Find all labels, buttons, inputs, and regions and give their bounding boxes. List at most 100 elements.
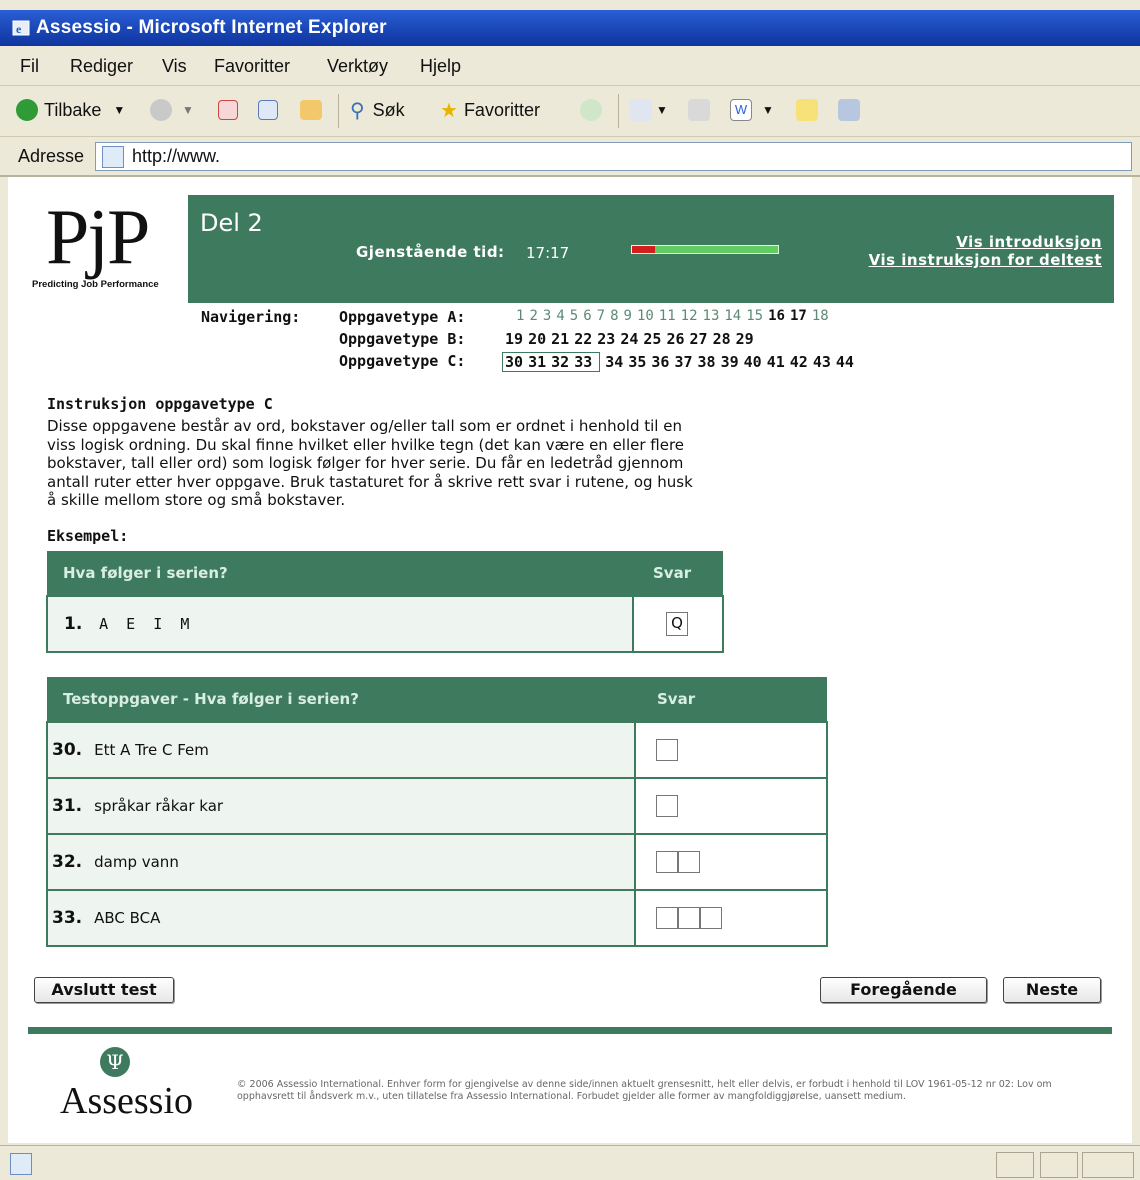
- test-question-header: Testoppgaver - Hva følger i serien?: [47, 677, 635, 722]
- chevron-down-icon: ▼: [113, 103, 126, 117]
- people-icon: [838, 99, 860, 121]
- nav-question-15[interactable]: 15: [746, 308, 763, 324]
- answer-32-box-2[interactable]: [678, 851, 700, 873]
- nav-question-23[interactable]: 23: [597, 330, 615, 348]
- nav-question-5[interactable]: 5: [570, 308, 578, 324]
- address-url[interactable]: http://www.: [132, 146, 220, 167]
- search-button[interactable]: ⚲ Søk: [350, 96, 405, 124]
- nav-question-41[interactable]: 41: [767, 353, 785, 371]
- answer-30-box-1[interactable]: [656, 739, 678, 761]
- back-button[interactable]: Tilbake ▼: [16, 96, 125, 124]
- browser-window: e Assessio - Microsoft Internet Explorer…: [0, 0, 1140, 1180]
- section-title: Del 2: [200, 209, 263, 237]
- favorites-button[interactable]: ★ Favoritter: [440, 96, 540, 124]
- nav-question-16[interactable]: 16: [768, 308, 785, 324]
- answer-33-box-1[interactable]: [656, 907, 678, 929]
- question-30-text: Ett A Tre C Fem: [94, 741, 209, 759]
- nav-question-22[interactable]: 22: [574, 330, 592, 348]
- word-icon: W: [730, 99, 752, 121]
- nav-question-27[interactable]: 27: [690, 330, 708, 348]
- nav-question-25[interactable]: 25: [643, 330, 661, 348]
- menu-view[interactable]: Vis: [162, 56, 187, 77]
- notes-button[interactable]: [796, 96, 818, 124]
- forward-button[interactable]: ▼: [150, 96, 194, 124]
- print-button[interactable]: [688, 96, 710, 124]
- nav-question-20[interactable]: 20: [528, 330, 546, 348]
- nav-question-7[interactable]: 7: [597, 308, 605, 324]
- menu-file[interactable]: Fil: [20, 56, 39, 77]
- navigation-label: Navigering:: [201, 308, 301, 326]
- nav-question-28[interactable]: 28: [713, 330, 731, 348]
- nav-question-29[interactable]: 29: [736, 330, 754, 348]
- mail-button[interactable]: ▼: [630, 96, 668, 124]
- nav-question-37[interactable]: 37: [674, 353, 692, 371]
- nav-question-12[interactable]: 12: [681, 308, 698, 324]
- messenger-button[interactable]: [838, 96, 860, 124]
- nav-question-3[interactable]: 3: [543, 308, 551, 324]
- address-input[interactable]: [95, 142, 1132, 171]
- nav-question-26[interactable]: 26: [666, 330, 684, 348]
- example-series: A E I M: [99, 615, 190, 633]
- nav-question-36[interactable]: 36: [651, 353, 669, 371]
- history-button[interactable]: [580, 96, 602, 124]
- question-33-text: ABC BCA: [94, 909, 161, 927]
- svg-text:e: e: [16, 22, 22, 36]
- menu-help[interactable]: Hjelp: [420, 56, 461, 77]
- nav-question-11[interactable]: 11: [659, 308, 676, 324]
- answer-31-box-1[interactable]: [656, 795, 678, 817]
- nav-question-13[interactable]: 13: [703, 308, 720, 324]
- edit-button[interactable]: W ▼: [730, 96, 774, 124]
- type-a-label: Oppgavetype A:: [339, 308, 466, 326]
- back-arrow-icon: [16, 99, 38, 121]
- menu-edit[interactable]: Rediger: [70, 56, 133, 77]
- end-test-button[interactable]: Avslutt test: [34, 977, 174, 1003]
- menu-favorites[interactable]: Favoritter: [214, 56, 290, 77]
- nav-question-18[interactable]: 18: [812, 308, 829, 324]
- nav-question-43[interactable]: 43: [813, 353, 831, 371]
- nav-question-32[interactable]: 32: [551, 353, 569, 371]
- menu-tools[interactable]: Verktøy: [327, 56, 388, 77]
- answer-32-box-1[interactable]: [656, 851, 678, 873]
- nav-question-40[interactable]: 40: [744, 353, 762, 371]
- nav-question-31[interactable]: 31: [528, 353, 546, 371]
- nav-question-30[interactable]: 30: [505, 353, 523, 371]
- answer-33-box-2[interactable]: [678, 907, 700, 929]
- ie-icon: e: [12, 20, 30, 36]
- star-icon: ★: [440, 99, 458, 122]
- question-32-text: damp vann: [94, 853, 179, 871]
- toolbar: Tilbake ▼ ▼ ⚲ Søk ★ Favoritter ▼ W ▼: [0, 86, 1140, 137]
- nav-question-35[interactable]: 35: [628, 353, 646, 371]
- answer-33-box-3[interactable]: [700, 907, 722, 929]
- nav-question-19[interactable]: 19: [505, 330, 523, 348]
- show-subtest-instructions-link[interactable]: Vis instruksjon for deltest: [869, 251, 1102, 269]
- next-button[interactable]: Neste: [1003, 977, 1101, 1003]
- footer-divider: [28, 1027, 1112, 1034]
- nav-question-24[interactable]: 24: [620, 330, 638, 348]
- example-question-header: Hva følger i serien?: [47, 551, 633, 596]
- nav-question-33[interactable]: 33: [574, 353, 592, 371]
- example-number: 1.: [64, 614, 83, 634]
- nav-question-1[interactable]: 1: [516, 308, 524, 324]
- refresh-button[interactable]: [258, 96, 278, 124]
- stop-button[interactable]: [218, 96, 238, 124]
- nav-question-44[interactable]: 44: [836, 353, 854, 371]
- nav-question-2[interactable]: 2: [529, 308, 537, 324]
- nav-question-4[interactable]: 4: [556, 308, 564, 324]
- nav-question-6[interactable]: 6: [583, 308, 591, 324]
- nav-question-34[interactable]: 34: [605, 353, 623, 371]
- type-c-numbers: 30 31 32 33 34 35 36 37 38 39 40 41 42 43 44: [502, 352, 859, 372]
- nav-question-39[interactable]: 39: [721, 353, 739, 371]
- previous-button[interactable]: Foregående: [820, 977, 987, 1003]
- nav-question-42[interactable]: 42: [790, 353, 808, 371]
- show-intro-link[interactable]: Vis introduksjon: [956, 233, 1102, 251]
- nav-question-14[interactable]: 14: [724, 308, 741, 324]
- example-row: 1. A E I M Q: [46, 595, 724, 653]
- nav-question-8[interactable]: 8: [610, 308, 618, 324]
- nav-question-17[interactable]: 17: [790, 308, 807, 324]
- chevron-down-icon: ▼: [656, 103, 668, 117]
- nav-question-10[interactable]: 10: [637, 308, 654, 324]
- nav-question-21[interactable]: 21: [551, 330, 569, 348]
- nav-question-9[interactable]: 9: [624, 308, 632, 324]
- home-button[interactable]: [300, 96, 322, 124]
- nav-question-38[interactable]: 38: [698, 353, 716, 371]
